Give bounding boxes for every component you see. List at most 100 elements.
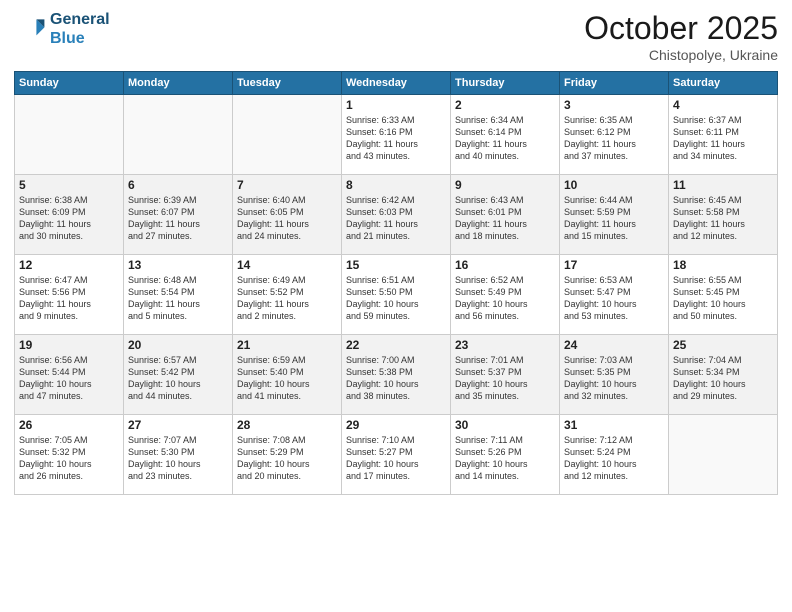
day-info: Sunrise: 7:04 AM Sunset: 5:34 PM Dayligh… [673,354,773,403]
week-row-3: 12 Sunrise: 6:47 AM Sunset: 5:56 PM Dayli… [15,255,778,335]
day-number: 2 [455,98,555,112]
day-cell [233,95,342,175]
day-cell: 7Sunrise: 6:40 AM Sunset: 6:05 PM Daylig… [233,175,342,255]
day-info: Sunrise: 6:48 AM Sunset: 5:54 PM Dayligh… [128,274,228,323]
day-info: Sunrise: 6:49 AM Sunset: 5:52 PM Dayligh… [237,274,337,323]
month-title: October 2025 [584,10,778,47]
day-number: 8 [346,178,446,192]
day-number: 20 [128,338,228,352]
day-cell: 22Sunrise: 7:00 AM Sunset: 5:38 PM Dayli… [342,335,451,415]
day-cell: 4 Sunrise: 6:37 AM Sunset: 6:11 PM Daylig… [669,95,778,175]
day-cell: 20Sunrise: 6:57 AM Sunset: 5:42 PM Dayli… [124,335,233,415]
week-row-5: 26 Sunrise: 7:05 AM Sunset: 5:32 PM Dayli… [15,415,778,495]
day-number: 3 [564,98,664,112]
weekday-header-friday: Friday [560,72,669,95]
title-block: October 2025 Chistopolye, Ukraine [584,10,778,63]
day-info: Sunrise: 6:39 AM Sunset: 6:07 PM Dayligh… [128,194,228,243]
day-info: Sunrise: 7:03 AM Sunset: 5:35 PM Dayligh… [564,354,664,403]
day-info: Sunrise: 7:05 AM Sunset: 5:32 PM Dayligh… [19,434,119,483]
day-number: 26 [19,418,119,432]
day-cell: 5 Sunrise: 6:38 AM Sunset: 6:09 PM Daylig… [15,175,124,255]
day-number: 16 [455,258,555,272]
day-number: 4 [673,98,773,112]
day-info: Sunrise: 7:01 AM Sunset: 5:37 PM Dayligh… [455,354,555,403]
logo-blue: Blue [50,29,110,48]
day-cell: 9 Sunrise: 6:43 AM Sunset: 6:01 PM Daylig… [451,175,560,255]
day-number: 27 [128,418,228,432]
day-number: 10 [564,178,664,192]
day-info: Sunrise: 6:56 AM Sunset: 5:44 PM Dayligh… [19,354,119,403]
day-number: 12 [19,258,119,272]
day-info: Sunrise: 6:43 AM Sunset: 6:01 PM Dayligh… [455,194,555,243]
weekday-header-thursday: Thursday [451,72,560,95]
weekday-header-row: SundayMondayTuesdayWednesdayThursdayFrid… [15,72,778,95]
logo: General Blue [14,10,110,48]
day-number: 29 [346,418,446,432]
day-info: Sunrise: 6:40 AM Sunset: 6:05 PM Dayligh… [237,194,337,243]
day-info: Sunrise: 7:11 AM Sunset: 5:26 PM Dayligh… [455,434,555,483]
day-number: 6 [128,178,228,192]
page-header: General Blue October 2025 Chistopolye, U… [14,10,778,63]
day-info: Sunrise: 6:55 AM Sunset: 5:45 PM Dayligh… [673,274,773,323]
day-number: 28 [237,418,337,432]
weekday-header-wednesday: Wednesday [342,72,451,95]
weekday-header-sunday: Sunday [15,72,124,95]
day-number: 19 [19,338,119,352]
day-info: Sunrise: 6:44 AM Sunset: 5:59 PM Dayligh… [564,194,664,243]
weekday-header-monday: Monday [124,72,233,95]
logo-general: General [50,10,110,29]
day-cell [669,415,778,495]
logo-icon [14,13,46,45]
week-row-2: 5 Sunrise: 6:38 AM Sunset: 6:09 PM Daylig… [15,175,778,255]
day-cell: 16 Sunrise: 6:52 AM Sunset: 5:49 PM Dayli… [451,255,560,335]
day-number: 15 [346,258,446,272]
day-cell: 14 Sunrise: 6:49 AM Sunset: 5:52 PM Dayli… [233,255,342,335]
day-number: 9 [455,178,555,192]
day-info: Sunrise: 6:45 AM Sunset: 5:58 PM Dayligh… [673,194,773,243]
weekday-header-tuesday: Tuesday [233,72,342,95]
day-cell: 11 Sunrise: 6:45 AM Sunset: 5:58 PM Dayli… [669,175,778,255]
day-number: 5 [19,178,119,192]
calendar-table: SundayMondayTuesdayWednesdayThursdayFrid… [14,71,778,495]
day-number: 11 [673,178,773,192]
day-number: 17 [564,258,664,272]
day-info: Sunrise: 6:47 AM Sunset: 5:56 PM Dayligh… [19,274,119,323]
day-info: Sunrise: 6:38 AM Sunset: 6:09 PM Dayligh… [19,194,119,243]
day-info: Sunrise: 6:35 AM Sunset: 6:12 PM Dayligh… [564,114,664,163]
day-number: 14 [237,258,337,272]
day-cell [124,95,233,175]
day-cell: 25 Sunrise: 7:04 AM Sunset: 5:34 PM Dayli… [669,335,778,415]
day-info: Sunrise: 6:59 AM Sunset: 5:40 PM Dayligh… [237,354,337,403]
day-cell: 18 Sunrise: 6:55 AM Sunset: 5:45 PM Dayli… [669,255,778,335]
day-cell: 27 Sunrise: 7:07 AM Sunset: 5:30 PM Dayli… [124,415,233,495]
day-info: Sunrise: 6:53 AM Sunset: 5:47 PM Dayligh… [564,274,664,323]
week-row-4: 19 Sunrise: 6:56 AM Sunset: 5:44 PM Dayli… [15,335,778,415]
day-cell: 28Sunrise: 7:08 AM Sunset: 5:29 PM Dayli… [233,415,342,495]
day-number: 21 [237,338,337,352]
day-cell: 8 Sunrise: 6:42 AM Sunset: 6:03 PM Daylig… [342,175,451,255]
day-cell: 17 Sunrise: 6:53 AM Sunset: 5:47 PM Dayli… [560,255,669,335]
day-cell: 19 Sunrise: 6:56 AM Sunset: 5:44 PM Dayli… [15,335,124,415]
day-cell: 24Sunrise: 7:03 AM Sunset: 5:35 PM Dayli… [560,335,669,415]
day-number: 13 [128,258,228,272]
day-info: Sunrise: 6:42 AM Sunset: 6:03 PM Dayligh… [346,194,446,243]
day-info: Sunrise: 6:52 AM Sunset: 5:49 PM Dayligh… [455,274,555,323]
day-number: 25 [673,338,773,352]
day-cell: 23 Sunrise: 7:01 AM Sunset: 5:37 PM Dayli… [451,335,560,415]
day-info: Sunrise: 6:33 AM Sunset: 6:16 PM Dayligh… [346,114,446,163]
day-cell: 2Sunrise: 6:34 AM Sunset: 6:14 PM Daylig… [451,95,560,175]
day-cell: 31Sunrise: 7:12 AM Sunset: 5:24 PM Dayli… [560,415,669,495]
day-cell: 29Sunrise: 7:10 AM Sunset: 5:27 PM Dayli… [342,415,451,495]
day-number: 18 [673,258,773,272]
day-number: 23 [455,338,555,352]
day-cell: 30 Sunrise: 7:11 AM Sunset: 5:26 PM Dayli… [451,415,560,495]
day-cell: 10 Sunrise: 6:44 AM Sunset: 5:59 PM Dayli… [560,175,669,255]
day-info: Sunrise: 6:37 AM Sunset: 6:11 PM Dayligh… [673,114,773,163]
day-cell: 13 Sunrise: 6:48 AM Sunset: 5:54 PM Dayli… [124,255,233,335]
week-row-1: 1Sunrise: 6:33 AM Sunset: 6:16 PM Daylig… [15,95,778,175]
day-info: Sunrise: 7:12 AM Sunset: 5:24 PM Dayligh… [564,434,664,483]
day-info: Sunrise: 6:51 AM Sunset: 5:50 PM Dayligh… [346,274,446,323]
day-info: Sunrise: 7:00 AM Sunset: 5:38 PM Dayligh… [346,354,446,403]
day-number: 30 [455,418,555,432]
day-info: Sunrise: 7:07 AM Sunset: 5:30 PM Dayligh… [128,434,228,483]
